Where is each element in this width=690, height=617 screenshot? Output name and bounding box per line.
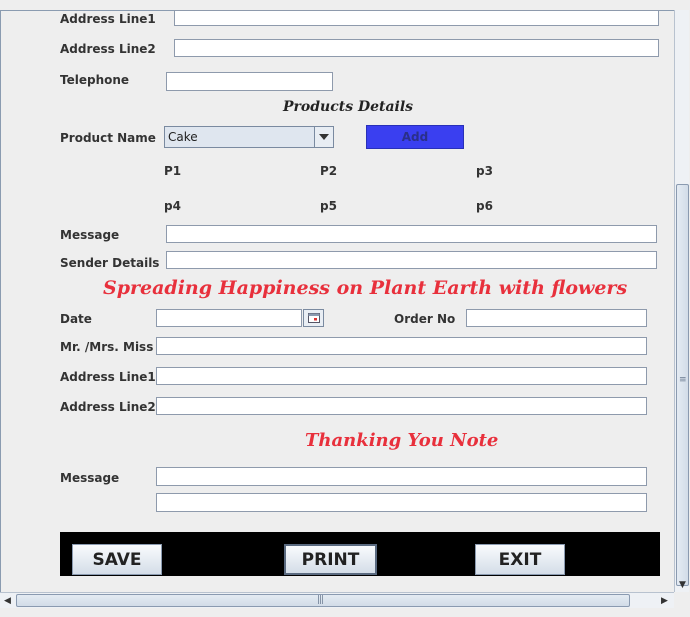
address-line2-label: Address Line2 [60,42,156,56]
thank-you-message-label: Message [60,471,120,485]
address-line1-field[interactable] [174,10,659,26]
exit-button[interactable]: EXIT [475,544,565,575]
horizontal-scrollbar[interactable]: ◀ ||| ▶ [0,592,674,608]
panel-border-left [0,10,1,592]
order-no-field[interactable] [466,309,647,327]
product-name-label: Product Name [60,131,156,145]
product-item-p5[interactable]: p5 [320,199,337,213]
scroll-right-arrow-icon[interactable]: ▶ [657,593,672,608]
vertical-scroll-thumb[interactable]: ≡ [676,184,689,586]
recipient-address-line1-label: Address Line1 [60,370,156,384]
chevron-down-icon[interactable] [314,127,333,147]
order-no-label: Order No [394,312,456,326]
sender-details-label: Sender Details [60,256,160,270]
date-label: Date [60,312,92,326]
recipient-name-label: Mr. /Mrs. Miss [60,340,154,354]
print-button[interactable]: PRINT [284,544,377,575]
scroll-down-arrow-icon[interactable]: ▼ [675,577,690,592]
product-name-value: Cake [168,130,198,144]
products-details-title: Products Details [283,99,414,115]
telephone-label: Telephone [60,73,130,87]
telephone-field[interactable] [166,72,333,91]
product-item-p4[interactable]: p4 [164,199,181,213]
recipient-address-line2-label: Address Line2 [60,400,156,414]
recipient-name-field[interactable] [156,337,647,355]
calendar-icon [307,313,320,323]
message-field[interactable] [166,225,657,243]
action-bar: SAVE PRINT EXIT [60,532,660,576]
product-name-select[interactable]: Cake [164,126,334,148]
horizontal-scroll-thumb[interactable]: ||| [16,594,630,607]
product-item-p2[interactable]: P2 [320,164,337,178]
vertical-scrollbar[interactable]: ≡ ▼ [674,10,689,592]
date-field[interactable] [156,309,302,327]
sender-details-field[interactable] [166,251,657,269]
order-form-window: Address Line1 Address Line2 Telephone Pr… [0,0,690,617]
scroll-left-arrow-icon[interactable]: ◀ [0,593,15,608]
address-line2-field[interactable] [174,39,659,57]
message-label: Message [60,228,120,242]
product-item-p6[interactable]: p6 [476,199,493,213]
add-product-button[interactable]: Add [366,125,464,149]
save-button[interactable]: SAVE [72,544,162,575]
recipient-address-line1-field[interactable] [156,367,647,385]
tagline-heading: Spreading Happiness on Plant Earth with … [103,277,628,299]
scrollbar-corner [674,592,690,608]
thank-you-message-field-2[interactable] [156,493,647,512]
product-item-p1[interactable]: P1 [164,164,181,178]
thank-you-title: Thanking You Note [305,430,499,451]
recipient-address-line2-field[interactable] [156,397,647,415]
vertical-grip-icon: ≡ [679,375,686,385]
product-item-p3[interactable]: p3 [476,164,493,178]
calendar-button[interactable] [303,309,324,327]
horizontal-grip-icon: ||| [317,595,324,605]
address-line1-label: Address Line1 [60,12,156,26]
thank-you-message-field-1[interactable] [156,467,647,486]
